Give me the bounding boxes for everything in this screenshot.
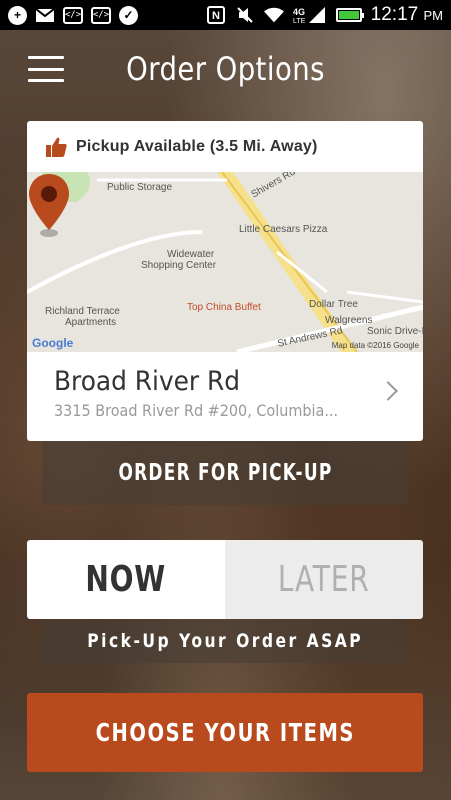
map-label: Widewater bbox=[167, 249, 215, 260]
wifi-icon bbox=[263, 6, 284, 24]
pickup-availability: Pickup Available (3.5 Mi. Away) bbox=[27, 121, 423, 172]
code-icon: </> bbox=[91, 6, 111, 24]
battery-icon bbox=[335, 8, 364, 22]
store-address: 3315 Broad River Rd #200, Columbia... bbox=[54, 401, 339, 420]
map-label: Shopping Center bbox=[141, 260, 217, 271]
mail-icon bbox=[35, 6, 55, 24]
map-label: Walgreens bbox=[325, 315, 373, 326]
choose-your-items-button[interactable]: CHOOSE YOUR ITEMS bbox=[27, 693, 423, 772]
check-icon: ✓ bbox=[119, 5, 138, 25]
map-label: Richland Terrace bbox=[45, 306, 120, 317]
pickup-available-text: Pickup Available (3.5 Mi. Away) bbox=[76, 137, 318, 155]
map-label: Apartments bbox=[65, 317, 117, 328]
later-option[interactable]: LATER bbox=[225, 540, 423, 619]
google-logo: Google bbox=[32, 336, 74, 350]
map-label: Sonic Drive-In bbox=[367, 326, 423, 337]
svg-text:N: N bbox=[212, 10, 220, 22]
order-for-pickup-button[interactable]: ORDER FOR PICK-UP bbox=[42, 441, 408, 505]
lte-signal-icon: 4G LTE bbox=[293, 6, 327, 24]
map-label: Little Caesars Pizza bbox=[239, 224, 328, 235]
now-option[interactable]: NOW bbox=[27, 540, 225, 619]
code-icon: </> bbox=[63, 6, 83, 24]
nfc-icon: N bbox=[206, 6, 226, 24]
thumbs-up-icon bbox=[46, 137, 67, 157]
store-map[interactable]: Public Storage Shivers Rd Little Caesars… bbox=[27, 172, 423, 352]
page-title: Order Options bbox=[126, 50, 325, 88]
clock: 12:17 PM bbox=[370, 4, 443, 25]
store-name: Broad River Rd bbox=[54, 366, 241, 397]
store-address-row[interactable]: Broad River Rd 3315 Broad River Rd #200,… bbox=[27, 352, 423, 441]
add-icon: + bbox=[8, 5, 27, 25]
pickup-asap-message: Pick-Up Your Order ASAP bbox=[42, 619, 408, 663]
map-label: Public Storage bbox=[107, 182, 173, 193]
map-credit: Map data ©2016 Google bbox=[331, 341, 419, 350]
location-pin-icon bbox=[29, 174, 69, 237]
map-label: Top China Buffet bbox=[187, 302, 261, 313]
app-header: Order Options bbox=[0, 30, 451, 110]
map-label: Dollar Tree bbox=[309, 299, 358, 310]
svg-text:LTE: LTE bbox=[293, 18, 306, 24]
mute-icon bbox=[235, 6, 255, 24]
timing-toggle: NOW LATER bbox=[27, 540, 423, 619]
svg-text:4G: 4G bbox=[293, 7, 305, 17]
location-card: Pickup Available (3.5 Mi. Away) Public S… bbox=[27, 121, 423, 441]
status-bar: + </> </> ✓ N 4G LTE 12:17 PM bbox=[0, 0, 451, 30]
